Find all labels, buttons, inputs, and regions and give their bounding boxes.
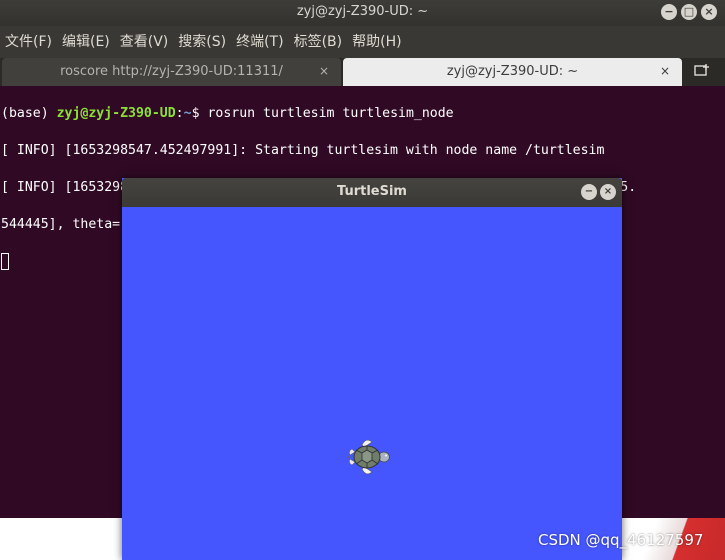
new-tab-icon-graphic [694, 64, 709, 76]
turtlesim-window[interactable]: TurtleSim − × [122, 178, 622, 560]
menu-search[interactable]: 搜索(S) [173, 26, 231, 58]
tab-label: roscore http://zyj-Z390-UD:11311/ [60, 64, 283, 79]
menu-view[interactable]: 查看(V) [115, 26, 174, 58]
turtlesim-canvas [122, 207, 622, 560]
prompt-line: (base) zyj@zyj-Z390-UD:~$ rosrun turtles… [1, 105, 725, 124]
log-line: [ INFO] [1653298547.452497991]: Starting… [1, 142, 605, 158]
menu-edit[interactable]: 编辑(E) [57, 26, 115, 58]
prompt-separator: : [175, 105, 184, 121]
prompt-path: ~ [183, 105, 192, 121]
turtle-icon [348, 439, 390, 475]
tab-close-icon[interactable]: × [660, 58, 670, 85]
tab-bar: roscore http://zyj-Z390-UD:11311/ × zyj@… [0, 58, 725, 86]
menubar: 文件(F) 编辑(E) 查看(V) 搜索(S) 终端(T) 标签(B) 帮助(H… [0, 26, 725, 58]
menu-tabs[interactable]: 标签(B) [289, 26, 348, 58]
tab-close-icon[interactable]: × [319, 58, 329, 85]
prompt-user: zyj@zyj-Z390-UD [56, 105, 176, 121]
window-controls: − □ × [661, 4, 717, 20]
tab-label: zyj@zyj-Z390-UD: ~ [446, 64, 579, 79]
maximize-button[interactable]: □ [681, 4, 697, 20]
tab-terminal[interactable]: zyj@zyj-Z390-UD: ~ × [343, 58, 682, 86]
prompt-env: (base) [1, 105, 57, 121]
turtlesim-controls: − × [581, 184, 616, 200]
desktop-area [0, 518, 122, 560]
window-title: zyj@zyj-Z390-UD: ~ [296, 4, 429, 19]
prompt-dollar: $ [191, 105, 208, 121]
turtlesim-close-button[interactable]: × [600, 184, 616, 200]
close-button[interactable]: × [701, 4, 717, 20]
new-tab-icon[interactable] [682, 58, 722, 86]
text-cursor [1, 252, 9, 270]
minimize-button[interactable]: − [661, 4, 677, 20]
turtlesim-title: TurtleSim [337, 184, 407, 199]
turtlesim-minimize-button[interactable]: − [581, 184, 597, 200]
menu-terminal[interactable]: 终端(T) [231, 26, 288, 58]
command-text: rosrun turtlesim turtlesim_node [207, 105, 454, 121]
window-titlebar[interactable]: zyj@zyj-Z390-UD: ~ − □ × [0, 0, 725, 26]
turtlesim-titlebar[interactable]: TurtleSim − × [122, 178, 622, 207]
watermark-text: CSDN @qq_46127597 [538, 531, 704, 549]
tab-roscore[interactable]: roscore http://zyj-Z390-UD:11311/ × [2, 58, 341, 86]
menu-help[interactable]: 帮助(H) [347, 26, 406, 58]
menu-file[interactable]: 文件(F) [0, 26, 57, 58]
